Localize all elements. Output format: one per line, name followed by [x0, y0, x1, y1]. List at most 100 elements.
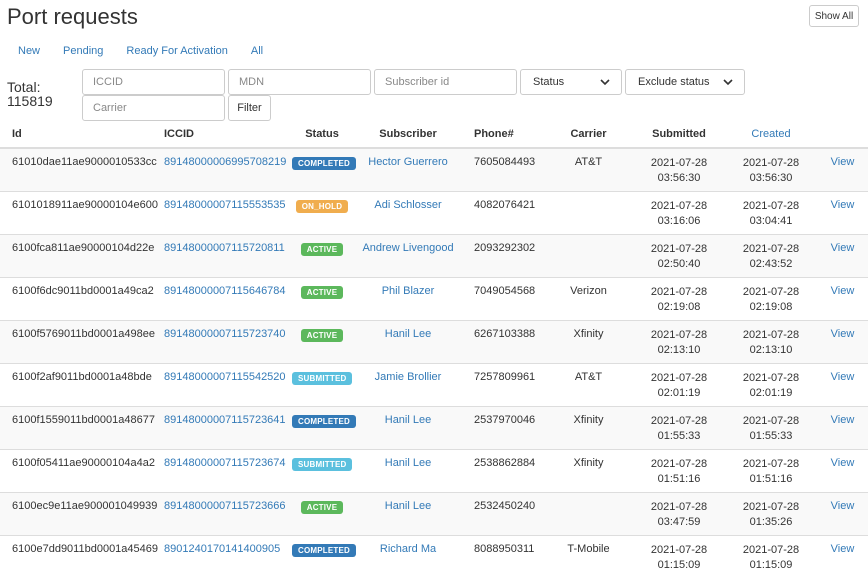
submitted-date: 2021-07-28	[650, 242, 708, 255]
iccid-link[interactable]: 89148000007115542520	[164, 371, 286, 383]
tab-pending[interactable]: Pending	[63, 45, 103, 57]
header-created[interactable]: Created	[725, 120, 817, 149]
status-badge: SUBMITTED	[292, 371, 353, 385]
created-time: 01:35:26	[749, 515, 793, 528]
cell-submitted: 2021-07-28 01:51:16	[633, 448, 725, 492]
subscriber-link[interactable]: Hanil Lee	[385, 328, 431, 340]
subscriber-link[interactable]: Adi Schlosser	[374, 199, 441, 211]
chevron-down-icon	[723, 79, 733, 86]
cell-created: 2021-07-28 01:15:09	[725, 534, 817, 576]
iccid-link[interactable]: 89148000007115720811	[164, 242, 285, 254]
iccid-link[interactable]: 89148000006995708219	[164, 156, 286, 168]
subscriber-id-input[interactable]	[374, 69, 517, 95]
header-phone[interactable]: Phone#	[464, 120, 544, 149]
cell-subscriber: Hanil Lee	[352, 319, 464, 363]
iccid-input[interactable]	[82, 69, 225, 95]
tab-new[interactable]: New	[18, 45, 40, 57]
iccid-link[interactable]: 8901240170141400905	[164, 543, 280, 555]
cell-subscriber: Adi Schlosser	[352, 190, 464, 234]
iccid-link[interactable]: 89148000007115723641	[164, 414, 286, 426]
total-value: 115819	[7, 93, 53, 109]
cell-submitted: 2021-07-28 03:56:30	[633, 147, 725, 191]
header-iccid[interactable]: ICCID	[164, 120, 292, 149]
view-link[interactable]: View	[831, 199, 855, 211]
tab-ready-for-activation[interactable]: Ready For Activation	[126, 45, 228, 57]
submitted-time: 02:01:19	[657, 386, 701, 399]
view-link[interactable]: View	[831, 414, 855, 426]
iccid-link[interactable]: 89148000007115723666	[164, 500, 286, 512]
view-link[interactable]: View	[831, 242, 855, 254]
view-link[interactable]: View	[831, 328, 855, 340]
cell-created: 2021-07-28 02:19:08	[725, 276, 817, 320]
created-time: 02:43:52	[749, 257, 793, 270]
cell-actions: View	[817, 405, 868, 449]
header-id[interactable]: Id	[0, 120, 164, 149]
show-all-button[interactable]: Show All	[809, 5, 859, 27]
status-select-label: Status	[533, 76, 565, 88]
iccid-link[interactable]: 89148000007115723740	[164, 328, 286, 340]
iccid-link[interactable]: 89148000007115723674	[164, 457, 286, 469]
table-row: 61010dae11ae9000010533cc 8914800000699570…	[0, 147, 868, 191]
subscriber-link[interactable]: Hector Guerrero	[368, 156, 447, 168]
cell-status: SUBMITTED	[292, 448, 353, 492]
carrier-input[interactable]	[82, 95, 225, 121]
cell-subscriber: Hector Guerrero	[352, 147, 464, 191]
cell-phone: 2532450240	[464, 491, 544, 535]
iccid-link[interactable]: 89148000007115646784	[164, 285, 286, 297]
status-badge: ACTIVE	[300, 328, 344, 342]
subscriber-link[interactable]: Hanil Lee	[385, 414, 431, 426]
view-link[interactable]: View	[831, 285, 855, 297]
cell-carrier: Verizon	[544, 276, 633, 320]
cell-carrier: Xfinity	[544, 319, 633, 363]
subscriber-link[interactable]: Hanil Lee	[385, 500, 431, 512]
view-link[interactable]: View	[831, 500, 855, 512]
exclude-status-select[interactable]: Exclude status	[625, 69, 745, 95]
subscriber-link[interactable]: Richard Ma	[380, 543, 436, 555]
cell-actions: View	[817, 362, 868, 406]
mdn-input[interactable]	[228, 69, 371, 95]
cell-actions: View	[817, 448, 868, 492]
subscriber-link[interactable]: Andrew Livengood	[362, 242, 453, 254]
cell-phone: 6267103388	[464, 319, 544, 363]
created-date: 2021-07-28	[742, 242, 800, 255]
filter-button[interactable]: Filter	[228, 95, 271, 121]
created-time: 01:55:33	[749, 429, 793, 442]
header-status[interactable]: Status	[292, 120, 352, 149]
cell-phone: 8088950311	[464, 534, 544, 576]
header-subscriber[interactable]: Subscriber	[352, 120, 464, 149]
cell-phone: 2538862884	[464, 448, 544, 492]
created-date: 2021-07-28	[742, 457, 800, 470]
cell-iccid: 89148000007115542520	[164, 362, 292, 406]
submitted-date: 2021-07-28	[650, 371, 708, 384]
table-row: 6101018911ae90000104e600 8914800000711555…	[0, 190, 868, 234]
submitted-date: 2021-07-28	[650, 199, 708, 212]
view-link[interactable]: View	[831, 457, 855, 469]
view-link[interactable]: View	[831, 371, 855, 383]
subscriber-link[interactable]: Hanil Lee	[385, 457, 431, 469]
cell-iccid: 89148000007115723740	[164, 319, 292, 363]
header-carrier[interactable]: Carrier	[544, 120, 633, 149]
status-badge: COMPLETED	[292, 414, 357, 428]
table-header-row: Id ICCID Status Subscriber Phone# Carrie…	[0, 120, 868, 149]
tab-all[interactable]: All	[251, 45, 263, 57]
cell-carrier: T-Mobile	[544, 534, 633, 576]
cell-actions: View	[817, 491, 868, 535]
submitted-time: 02:13:10	[657, 343, 701, 356]
cell-submitted: 2021-07-28 02:13:10	[633, 319, 725, 363]
cell-status: COMPLETED	[292, 405, 357, 449]
subscriber-link[interactable]: Jamie Brollier	[375, 371, 442, 383]
view-link[interactable]: View	[831, 543, 855, 555]
header-submitted[interactable]: Submitted	[633, 120, 725, 149]
cell-status: COMPLETED	[292, 534, 357, 576]
iccid-link[interactable]: 89148000007115553535	[164, 199, 286, 211]
cell-submitted: 2021-07-28 01:55:33	[633, 405, 725, 449]
view-link[interactable]: View	[831, 156, 855, 168]
exclude-status-select-label: Exclude status	[638, 76, 710, 88]
subscriber-link[interactable]: Phil Blazer	[382, 285, 435, 297]
status-select[interactable]: Status	[520, 69, 622, 95]
cell-phone: 7605084493	[464, 147, 544, 191]
cell-id: 6100f1559011bd0001a48677	[0, 405, 164, 449]
submitted-time: 02:19:08	[657, 300, 701, 313]
cell-actions: View	[817, 534, 868, 576]
created-date: 2021-07-28	[742, 543, 800, 556]
